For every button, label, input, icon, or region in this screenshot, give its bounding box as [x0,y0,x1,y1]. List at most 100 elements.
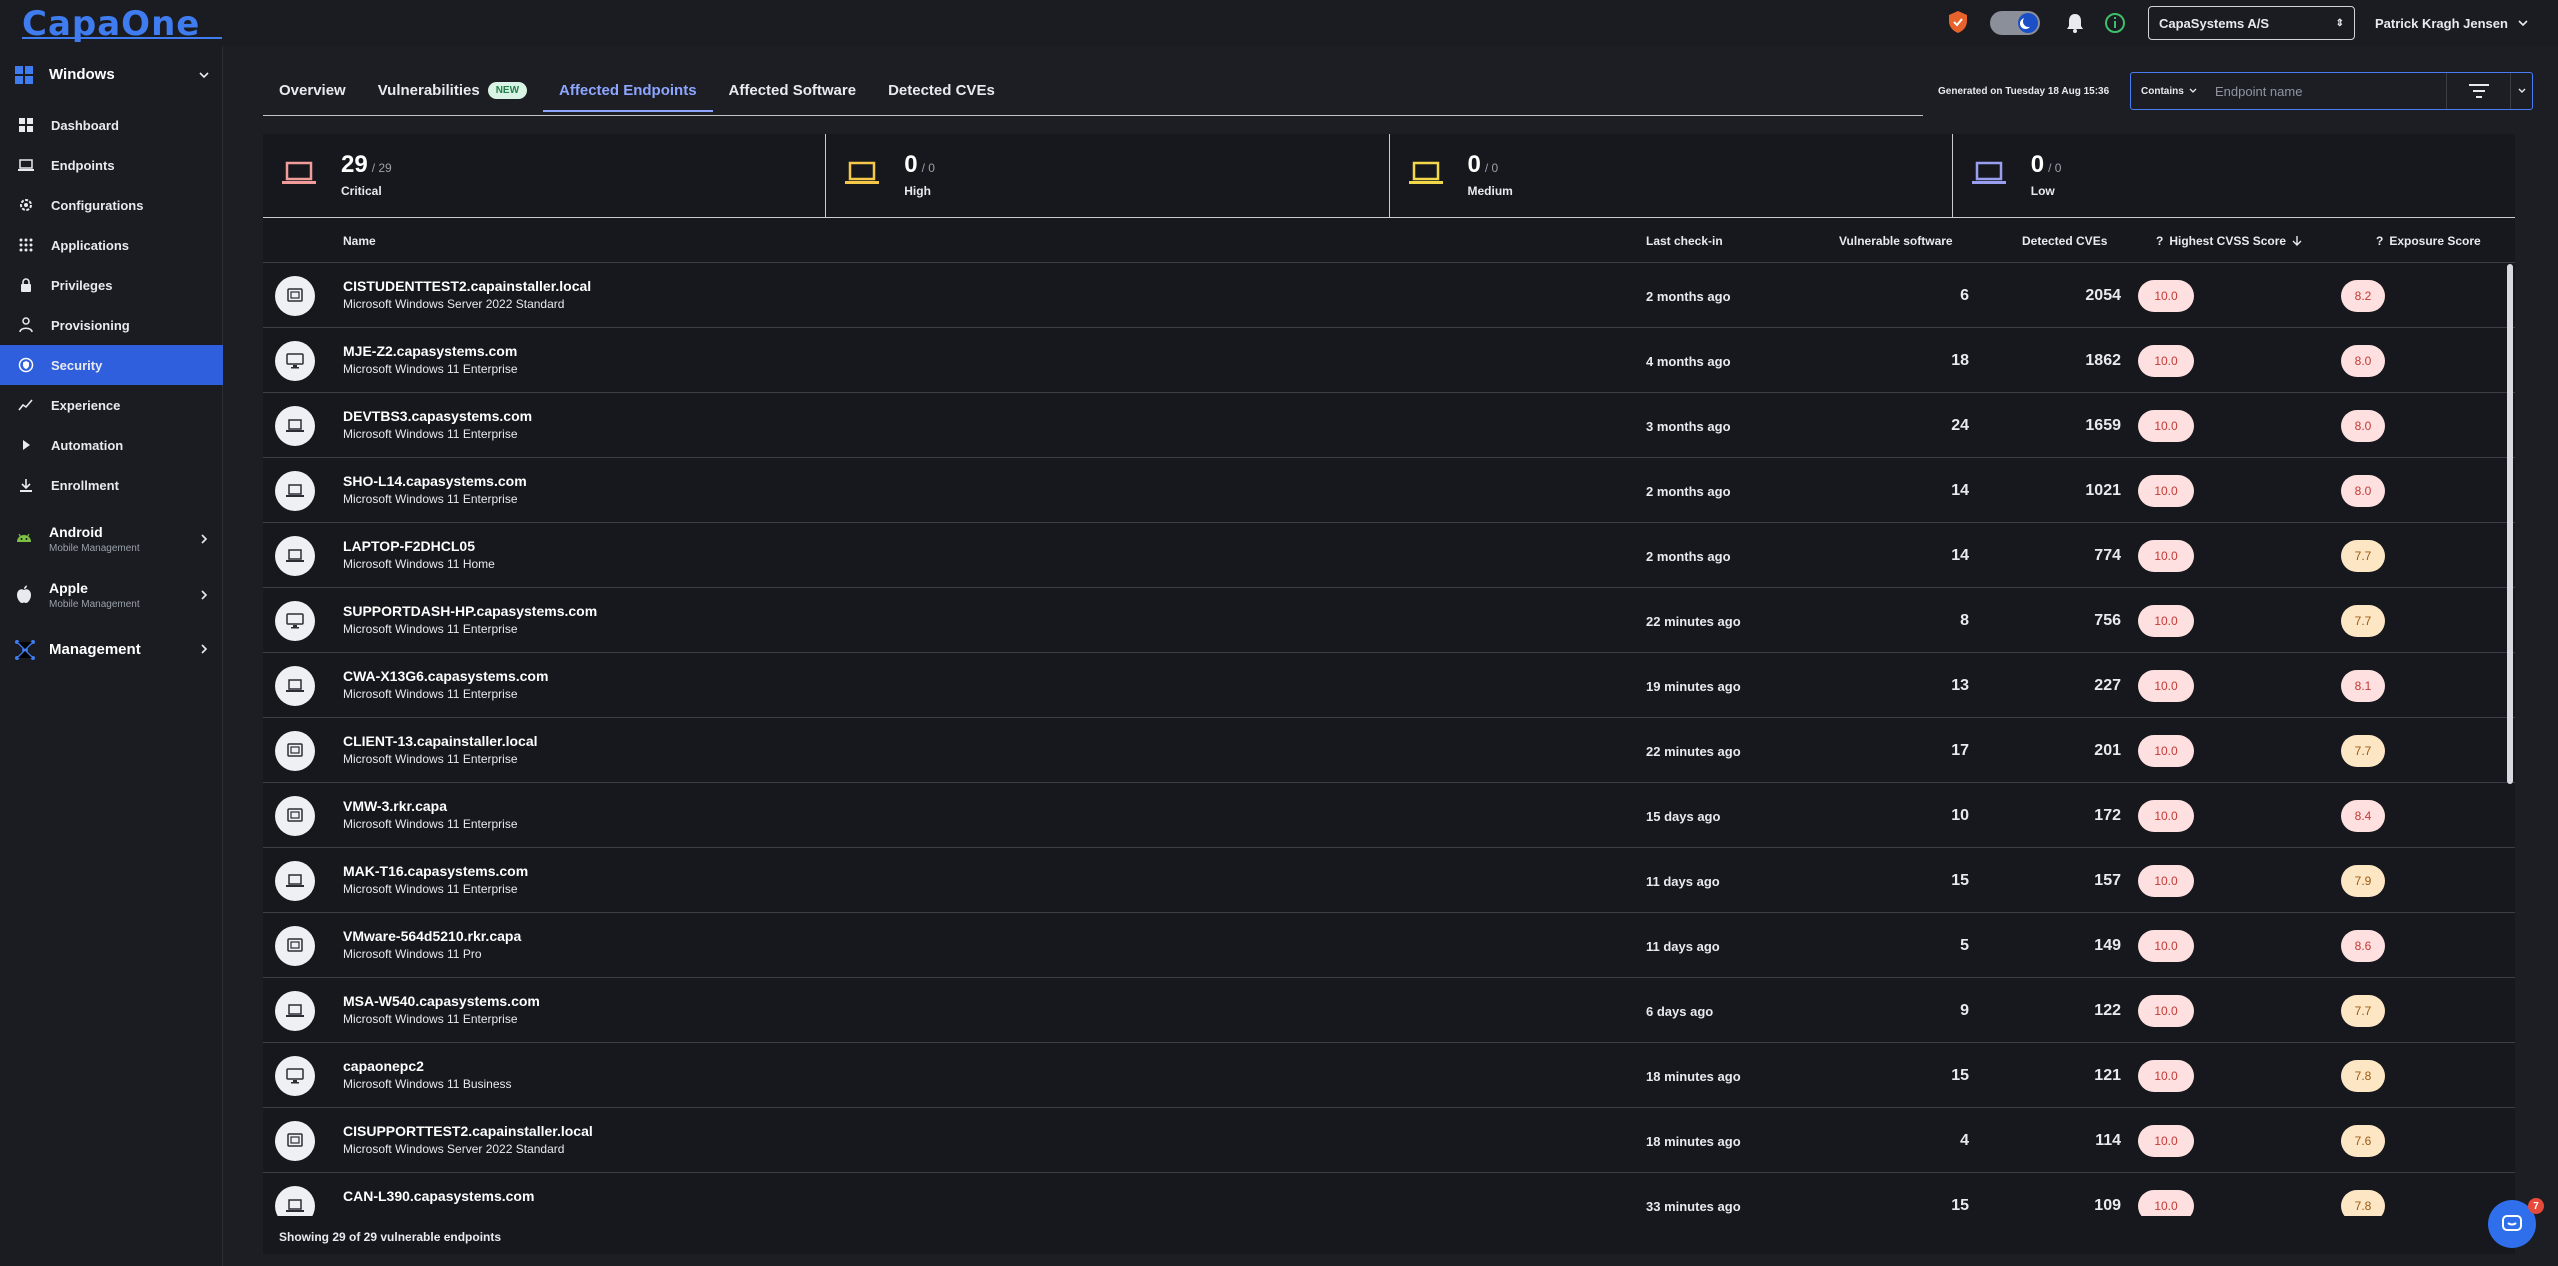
sidebar-item-configurations[interactable]: Configurations [0,185,223,225]
severity-count-value: 0 [904,151,918,178]
table-row[interactable]: CISTUDENTTEST2.capainstaller.local Micros… [263,263,2515,328]
table-row[interactable]: MJE-Z2.capasystems.com Microsoft Windows … [263,328,2515,393]
tab-affected-endpoints[interactable]: Affected Endpoints [543,70,713,112]
severity-card-medium[interactable]: 0/ 0 Medium [1390,134,1953,217]
endpoint-name[interactable]: MAK-T16.capasystems.com [343,863,528,879]
help-icon[interactable]: ? [2156,234,2163,248]
table-row[interactable]: VMW-3.rkr.capa Microsoft Windows 11 Enter… [263,783,2515,848]
android-icon [17,533,31,542]
theme-toggle[interactable] [1990,11,2040,35]
table-row[interactable]: CAN-L390.capasystems.com 33 minutes ago 15… [263,1173,2515,1216]
endpoint-os: Microsoft Windows 11 Enterprise [343,752,518,766]
endpoint-os: Microsoft Windows 11 Enterprise [343,622,518,636]
bell-icon[interactable] [2065,12,2085,34]
sidebar-item-endpoints[interactable]: Endpoints [0,145,223,185]
cvss-score-badge: 10.0 [2138,995,2194,1027]
sidebar-item-automation[interactable]: Automation [0,425,223,465]
sidebar-group-windows[interactable]: Windows [0,54,223,96]
endpoint-name[interactable]: capaonepc2 [343,1058,424,1074]
info-icon[interactable] [2104,12,2126,34]
table-row[interactable]: SHO-L14.capasystems.com Microsoft Windows… [263,458,2515,523]
header-label: Exposure Score [2389,234,2481,248]
download-icon [20,479,32,492]
exposure-score-badge: 7.7 [2341,995,2385,1027]
sidebar-item-enrollment[interactable]: Enrollment [0,465,223,505]
sidebar-group-android[interactable]: Android Mobile Management [0,516,223,562]
column-header-cvss[interactable]: ? Highest CVSS Score [2156,234,2302,248]
endpoint-name[interactable]: VMware-564d5210.rkr.capa [343,928,521,944]
shield-alert-icon[interactable] [1947,10,1969,34]
user-menu[interactable]: Patrick Kragh Jensen [2375,12,2528,34]
sidebar-item-applications[interactable]: Applications [0,225,223,265]
table-row[interactable]: SUPPORTDASH-HP.capasystems.com Microsoft … [263,588,2515,653]
user-tie-icon [19,317,33,333]
column-header-detected-cves[interactable]: Detected CVEs [2022,234,2107,248]
detected-cves-count: 201 [2094,742,2121,759]
detected-cves-count: 157 [2094,872,2121,889]
vulnerable-software-count: 9 [1960,1002,1969,1019]
endpoint-os: Microsoft Windows 11 Enterprise [343,687,518,701]
column-header-checkin[interactable]: Last check-in [1646,234,1723,248]
severity-card-low[interactable]: 0/ 0 Low [1953,134,2515,217]
vulnerable-software-count: 14 [1951,547,1969,564]
search-options-button[interactable] [2510,73,2532,109]
company-select[interactable]: CapaSystems A/S ⇕ [2148,6,2355,40]
tab-overview[interactable]: Overview [263,70,362,110]
table-row[interactable]: MAK-T16.capasystems.com Microsoft Windows… [263,848,2515,913]
sidebar-item-privileges[interactable]: Privileges [0,265,223,305]
endpoint-name[interactable]: CLIENT-13.capainstaller.local [343,733,538,749]
endpoint-name[interactable]: SHO-L14.capasystems.com [343,473,527,489]
sidebar-item-provisioning[interactable]: Provisioning [0,305,223,345]
table-row[interactable]: DEVTBS3.capasystems.com Microsoft Windows… [263,393,2515,458]
endpoint-name[interactable]: SUPPORTDASH-HP.capasystems.com [343,603,597,619]
endpoint-name[interactable]: CISTUDENTTEST2.capainstaller.local [343,278,591,294]
severity-count: 0/ 0 [904,151,935,179]
search-mode-select[interactable]: Contains [2131,73,2211,109]
filter-button[interactable] [2446,73,2510,109]
sidebar-group-apple[interactable]: Apple Mobile Management [0,572,223,618]
endpoint-name[interactable]: VMW-3.rkr.capa [343,798,447,814]
endpoint-name[interactable]: CAN-L390.capasystems.com [343,1188,534,1204]
endpoint-name[interactable]: CISUPPORTTEST2.capainstaller.local [343,1123,593,1139]
chevron-down-icon [2518,20,2528,27]
table-row[interactable]: CWA-X13G6.capasystems.com Microsoft Windo… [263,653,2515,718]
sidebar-group-management[interactable]: Management [0,626,223,672]
sidebar-item-label: Provisioning [51,317,130,333]
help-icon[interactable]: ? [2376,234,2383,248]
severity-total: / 0 [921,161,935,175]
logo-underline [22,37,222,39]
vulnerable-software-count: 14 [1951,482,1969,499]
sidebar-item-experience[interactable]: Experience [0,385,223,425]
tab-vulnerabilities[interactable]: Vulnerabilities NEW [362,70,543,110]
column-header-vulnerable-software[interactable]: Vulnerable software [1839,234,1953,248]
tab-affected-software[interactable]: Affected Software [713,70,873,110]
table-row[interactable]: CISUPPORTTEST2.capainstaller.local Micros… [263,1108,2515,1173]
endpoint-name[interactable]: CWA-X13G6.capasystems.com [343,668,548,684]
header-label: Name [343,234,376,248]
endpoint-name[interactable]: MJE-Z2.capasystems.com [343,343,517,359]
table-row[interactable]: LAPTOP-F2DHCL05 Microsoft Windows 11 Home… [263,523,2515,588]
column-header-exposure[interactable]: ? Exposure Score [2376,234,2481,248]
endpoints-panel: 29/ 29 Critical 0/ 0 High 0/ 0 Medium 0/ 0 Low … [263,134,2515,1254]
severity-card-critical[interactable]: 29/ 29 Critical [263,134,827,217]
tab-detected-cves[interactable]: Detected CVEs [872,70,1011,110]
severity-card-high[interactable]: 0/ 0 High [826,134,1390,217]
endpoint-name[interactable]: LAPTOP-F2DHCL05 [343,538,475,554]
search-input[interactable] [2211,73,2446,109]
table-row[interactable]: MSA-W540.capasystems.com Microsoft Window… [263,978,2515,1043]
sidebar-item-security[interactable]: Security [0,345,223,385]
table-scrollbar[interactable] [2507,264,2513,784]
vulnerable-software-count: 24 [1951,417,1969,434]
table-row[interactable]: CLIENT-13.capainstaller.local Microsoft W… [263,718,2515,783]
last-checkin: 15 days ago [1646,809,1721,824]
endpoint-name[interactable]: MSA-W540.capasystems.com [343,993,540,1009]
table-row[interactable]: VMware-564d5210.rkr.capa Microsoft Window… [263,913,2515,978]
endpoint-os: Microsoft Windows 11 Enterprise [343,1012,518,1026]
endpoint-name[interactable]: DEVTBS3.capasystems.com [343,408,532,424]
endpoint-os: Microsoft Windows 11 Business [343,1077,512,1091]
cvss-score-badge: 10.0 [2138,280,2194,312]
table-row[interactable]: capaonepc2 Microsoft Windows 11 Business 1… [263,1043,2515,1108]
column-header-name[interactable]: Name [343,234,376,248]
sidebar-item-dashboard[interactable]: Dashboard [0,105,223,145]
severity-total: / 0 [2048,161,2062,175]
